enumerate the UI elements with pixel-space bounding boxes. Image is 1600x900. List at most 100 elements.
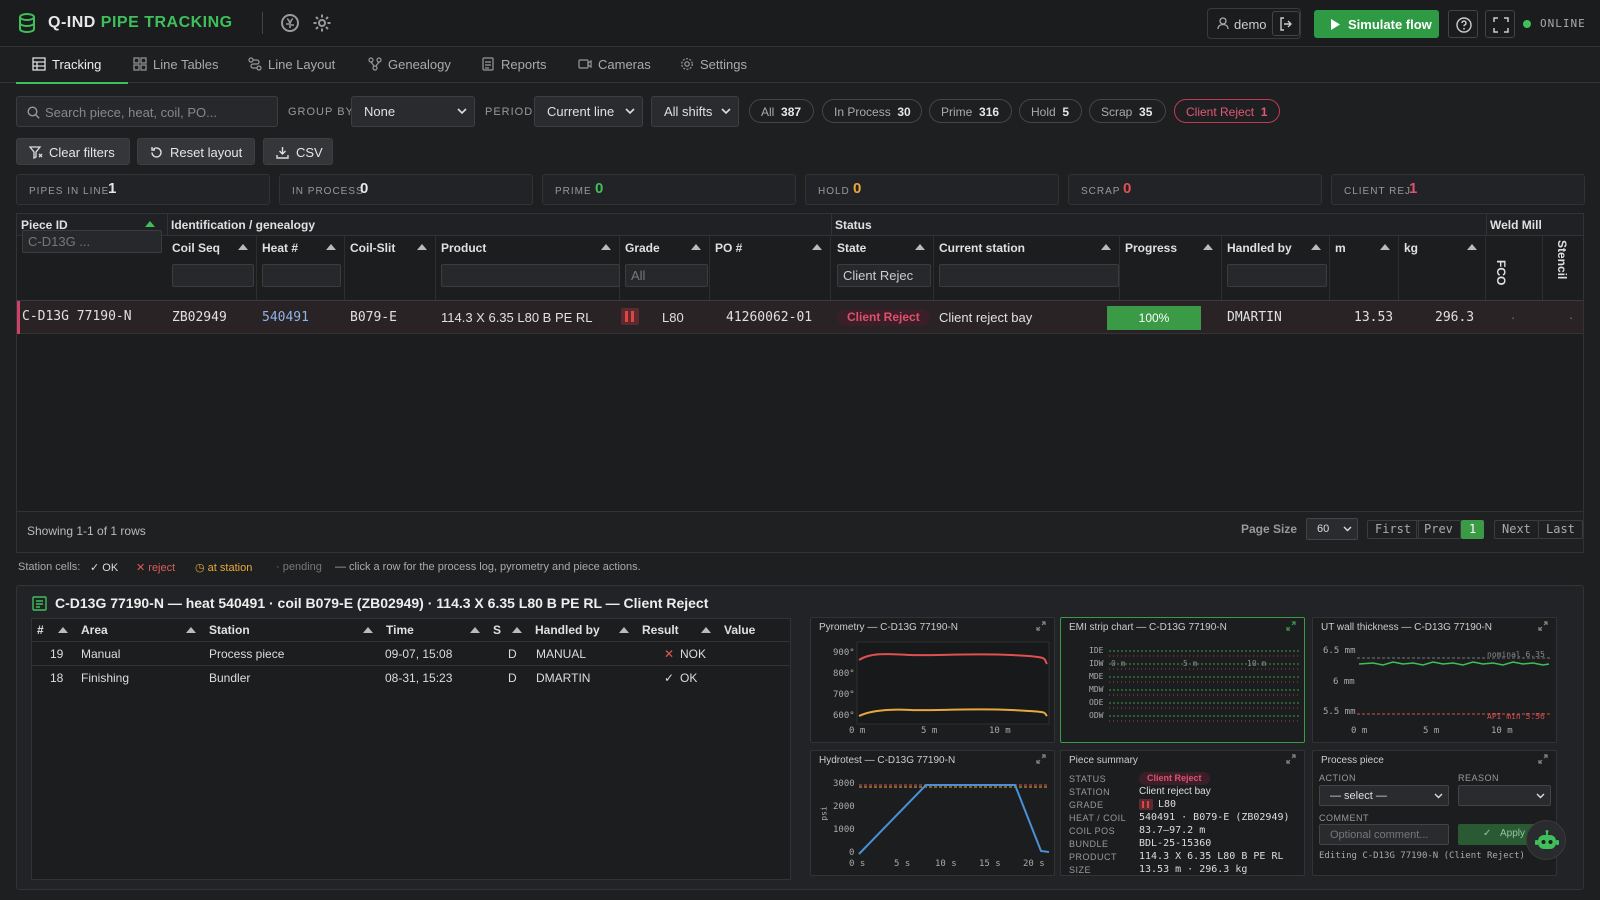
sort-icon[interactable] [812,244,822,250]
last-page-button[interactable]: Last [1538,520,1583,539]
sort-icon[interactable] [691,244,701,250]
log-col-s[interactable]: S [488,619,530,641]
sort-icon[interactable] [701,627,711,633]
col-fco[interactable]: FCO [1486,236,1543,300]
col-progress[interactable]: Progress [1120,236,1222,300]
expand-icon[interactable] [1286,621,1296,631]
settings-gear-icon[interactable] [312,13,334,35]
page-size-select[interactable]: 60 [1306,518,1358,540]
simulate-flow-button[interactable]: Simulate flow [1314,10,1439,38]
tab-settings[interactable]: Settings [680,47,760,83]
col-coil-seq[interactable]: Coil Seq [167,236,257,300]
sort-icon[interactable] [363,627,373,633]
sort-icon[interactable] [1467,244,1477,250]
assistant-robot-button[interactable] [1526,820,1566,860]
col-product[interactable]: Product [436,236,620,300]
log-col-number[interactable]: # [32,619,76,641]
filter-pill-hold[interactable]: Hold 5 [1019,99,1082,123]
sort-icon[interactable] [417,244,427,250]
col-state[interactable]: State Client Rejec [832,236,934,300]
help-button[interactable] [1448,10,1478,38]
log-col-handled-by[interactable]: Handled by [530,619,637,641]
sort-icon[interactable] [619,627,629,633]
table-row[interactable]: C-D13G 77190-N ZB02949 540491 B079-E 114… [17,301,1583,334]
csv-export-button[interactable]: CSV [263,138,333,165]
filter-pill-prime[interactable]: Prime 316 [929,99,1012,123]
expand-icon[interactable] [1036,754,1046,764]
filter-pill-all[interactable]: All 387 [749,99,814,123]
action-select[interactable]: — select — [1319,785,1449,806]
log-row[interactable]: 19 Manual Process piece 09-07, 15:08 D M… [32,642,790,665]
sort-icon[interactable] [58,627,68,633]
emi-strip-chart[interactable]: EMI strip chart — C-D13G 77190-N IDE IDW… [1060,617,1305,743]
tab-tracking[interactable]: Tracking [16,47,128,84]
fullscreen-button[interactable] [1485,10,1515,38]
log-col-value[interactable]: Value [719,619,790,641]
first-page-button[interactable]: First [1367,520,1420,539]
shifts-select[interactable]: All shifts [651,96,739,127]
ut-wall-thickness-chart[interactable]: UT wall thickness — C-D13G 77190-N 6.5 m… [1312,617,1557,743]
tab-line-tables[interactable]: Line Tables [133,47,233,83]
col-handled-by[interactable]: Handled by [1222,236,1330,300]
tab-reports[interactable]: Reports [481,47,561,83]
hydrotest-chart[interactable]: Hydrotest — C-D13G 77190-N psi 3000 2000… [810,750,1055,876]
period-select[interactable]: Current line [534,96,643,127]
pyrometry-chart[interactable]: Pyrometry — C-D13G 77190-N 900° 800° 700… [810,617,1055,743]
sort-icon[interactable] [1311,244,1321,250]
reset-layout-button[interactable]: Reset layout [137,138,255,165]
reason-select[interactable] [1458,785,1551,806]
heat-filter[interactable] [262,264,341,287]
piece-id-filter[interactable]: C-D13G ... [22,230,162,253]
sort-icon[interactable] [238,244,248,250]
filter-pill-in-process[interactable]: In Process 30 [822,99,922,123]
station-filter[interactable] [939,264,1119,287]
expand-icon[interactable] [1286,754,1296,764]
col-stencil[interactable]: Stencil [1543,236,1583,300]
expand-icon[interactable] [1538,621,1548,631]
log-col-time[interactable]: Time [381,619,488,641]
log-col-area[interactable]: Area [76,619,204,641]
col-m[interactable]: m [1330,236,1399,300]
handled-by-filter[interactable] [1227,264,1327,287]
logout-button[interactable] [1272,11,1300,36]
clear-filters-button[interactable]: Clear filters [16,138,130,165]
grade-filter[interactable]: All [625,264,708,287]
col-heat[interactable]: Heat # [257,236,345,300]
tab-genealogy[interactable]: Genealogy [368,47,458,83]
state-filter[interactable]: Client Rejec [837,264,931,287]
sort-icon[interactable] [326,244,336,250]
sort-icon[interactable] [512,627,522,633]
group-by-select[interactable]: None [351,96,475,127]
col-po[interactable]: PO # [710,236,831,300]
log-col-station[interactable]: Station [204,619,381,641]
next-page-button[interactable]: Next [1494,520,1539,539]
summary-title: Piece summary [1069,755,1138,766]
sort-icon[interactable] [1203,244,1213,250]
tab-cameras[interactable]: Cameras [578,47,658,83]
prev-page-button[interactable]: Prev [1416,520,1461,539]
comment-input[interactable]: Optional comment... [1319,824,1449,845]
sort-icon[interactable] [1101,244,1111,250]
heat-link[interactable]: 540491 [262,310,309,325]
filter-pill-client-reject[interactable]: Client Reject 1 [1174,99,1280,123]
expand-icon[interactable] [1538,754,1548,764]
col-coil-slit[interactable]: Coil-Slit [345,236,436,300]
brain-icon[interactable] [280,13,302,35]
sort-icon[interactable] [1380,244,1390,250]
sort-icon[interactable] [470,627,480,633]
product-filter[interactable] [441,264,620,287]
filter-pill-scrap[interactable]: Scrap 35 [1089,99,1166,123]
log-row[interactable]: 18 Finishing Bundler 08-31, 15:23 D DMAR… [32,666,790,689]
expand-icon[interactable] [1036,621,1046,631]
coil-seq-filter[interactable] [172,264,254,287]
tab-line-layout[interactable]: Line Layout [248,47,348,83]
col-station[interactable]: Current station [934,236,1120,300]
search-input[interactable] [45,103,270,121]
col-kg[interactable]: kg [1399,236,1486,300]
page-1-button[interactable]: 1 [1461,520,1485,539]
sort-icon[interactable] [915,244,925,250]
sort-icon[interactable] [186,627,196,633]
sort-icon[interactable] [601,244,611,250]
col-grade[interactable]: Grade All [620,236,710,300]
log-col-result[interactable]: Result [637,619,719,641]
